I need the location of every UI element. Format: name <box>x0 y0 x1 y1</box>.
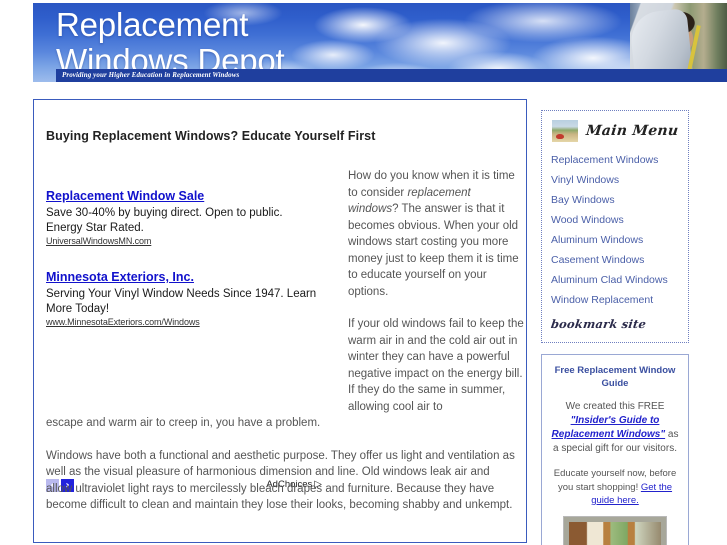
ad-description: Save 30-40% by buying direct. Open to pu… <box>46 207 283 234</box>
ad-display-url[interactable]: UniversalWindowsMN.com <box>46 236 322 246</box>
site-header-banner: Replacement Windows Depot Providing your… <box>33 3 727 82</box>
sidebar-item-vinyl-windows[interactable]: Vinyl Windows <box>551 170 679 190</box>
article-column-right: How do you know when it is time to consi… <box>348 168 524 431</box>
article-paragraph-3: escape and warm air to creep in, you hav… <box>46 417 321 429</box>
site-tagline: Providing your Higher Education in Repla… <box>62 71 240 79</box>
free-guide-box: Free Replacement Window Guide We created… <box>541 354 689 545</box>
sidebar-item-wood-windows[interactable]: Wood Windows <box>551 210 679 230</box>
sidebar-item-window-replacement[interactable]: Window Replacement <box>551 290 679 310</box>
sidebar-item-aluminum-clad-windows[interactable]: Aluminum Clad Windows <box>551 270 679 290</box>
ad-title-link[interactable]: Replacement Window Sale <box>46 188 322 204</box>
main-content-box: Buying Replacement Windows? Educate Your… <box>33 99 527 543</box>
article-paragraph-4: Windows have both a functional and aesth… <box>46 449 515 512</box>
insiders-guide-link[interactable]: "Insider's Guide to Replacement Windows" <box>552 415 666 440</box>
window-room-thumbnail <box>563 515 667 545</box>
main-menu-title: Main Menu <box>585 123 680 139</box>
sidebar-item-replacement-windows[interactable]: Replacement Windows <box>551 150 679 170</box>
landscape-icon <box>551 119 579 143</box>
free-guide-heading: Free Replacement Window Guide <box>554 365 676 389</box>
article-paragraph-2: If your old windows fail to keep the war… <box>348 318 524 413</box>
ad-description: Serving Your Vinyl Window Needs Since 19… <box>46 288 317 315</box>
ad-title-link[interactable]: Minnesota Exteriors, Inc. <box>46 269 322 285</box>
tagline-bar: Providing your Higher Education in Repla… <box>56 69 727 82</box>
sidebar-item-aluminum-windows[interactable]: Aluminum Windows <box>551 230 679 250</box>
ad-block: Replacement Window Sale Save 30-40% by b… <box>46 188 322 350</box>
guide-text-part-a: We created this FREE <box>565 401 665 412</box>
article-paragraph-1: How do you know when it is time to consi… <box>348 168 524 300</box>
sidebar: Main Menu Replacement Windows Vinyl Wind… <box>541 110 689 545</box>
ad-item[interactable]: Minnesota Exteriors, Inc. Serving Your V… <box>46 269 322 327</box>
main-menu-header: Main Menu <box>551 119 679 143</box>
ad-item[interactable]: Replacement Window Sale Save 30-40% by b… <box>46 188 322 246</box>
free-guide-text: We created this FREE "Insider's Guide to… <box>550 400 680 456</box>
para1-part-b: ? The answer is that it becomes obvious.… <box>348 203 519 298</box>
page-title: Buying Replacement Windows? Educate Your… <box>46 129 376 144</box>
free-guide-cta-text: Educate yourself now, before you start s… <box>550 467 680 508</box>
ad-display-url[interactable]: www.MinnesotaExteriors.com/Windows <box>46 317 322 327</box>
bookmark-site-link[interactable]: bookmark site <box>550 317 647 331</box>
article-body-wide: escape and warm air to creep in, you hav… <box>46 415 516 530</box>
page-root: Replacement Windows Depot Providing your… <box>0 0 727 545</box>
main-menu-box: Main Menu Replacement Windows Vinyl Wind… <box>541 110 689 343</box>
sidebar-item-casement-windows[interactable]: Casement Windows <box>551 250 679 270</box>
sidebar-item-bay-windows[interactable]: Bay Windows <box>551 190 679 210</box>
